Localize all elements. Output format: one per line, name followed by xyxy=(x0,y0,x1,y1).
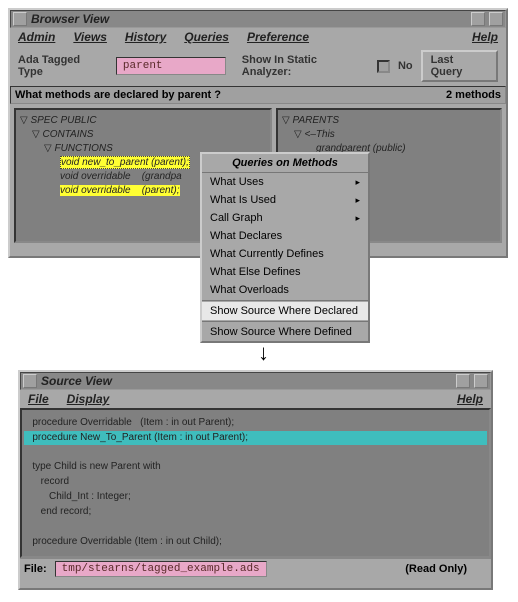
tree-this[interactable]: <–This xyxy=(282,128,496,142)
type-label: Ada Tagged Type xyxy=(18,54,108,78)
queries-context-menu: Queries on Methods What Uses▸ What Is Us… xyxy=(200,152,370,343)
source-titlebar: Source View xyxy=(20,372,491,390)
minimize-button[interactable] xyxy=(456,374,470,388)
source-editor[interactable]: procedure Overridable (Item : in out Par… xyxy=(20,408,491,558)
tree-parents[interactable]: PARENTS xyxy=(282,114,496,128)
menu-help[interactable]: Help xyxy=(457,392,483,406)
show-analyzer-checkbox[interactable] xyxy=(377,60,390,73)
submenu-arrow-icon: ▸ xyxy=(355,213,360,224)
source-menubar: File Display Help xyxy=(20,390,491,408)
source-title: Source View xyxy=(41,374,452,388)
tree-contains[interactable]: CONTAINS xyxy=(20,128,266,142)
window-menu-button[interactable] xyxy=(13,12,27,26)
maximize-button[interactable] xyxy=(489,12,503,26)
browser-toolbar: Ada Tagged Type parent Show In Static An… xyxy=(10,46,506,86)
maximize-button[interactable] xyxy=(474,374,488,388)
ctx-currently-defines[interactable]: What Currently Defines xyxy=(202,245,368,263)
submenu-arrow-icon: ▸ xyxy=(355,195,360,206)
ctx-what-is-used[interactable]: What Is Used▸ xyxy=(202,191,368,209)
ctx-what-declares[interactable]: What Declares xyxy=(202,227,368,245)
menu-queries[interactable]: Queries xyxy=(184,30,229,44)
src-line: procedure Overridable (Item : in out Par… xyxy=(24,417,234,428)
type-input[interactable]: parent xyxy=(116,57,226,75)
src-line: end record; xyxy=(24,506,91,517)
query-count: 2 methods xyxy=(446,89,501,101)
query-text: What methods are declared by parent ? xyxy=(15,89,221,101)
menu-help[interactable]: Help xyxy=(472,30,498,44)
menu-views[interactable]: Views xyxy=(73,30,107,44)
menu-file[interactable]: File xyxy=(28,392,49,406)
menu-preference[interactable]: Preference xyxy=(247,30,309,44)
ctx-what-uses[interactable]: What Uses▸ xyxy=(202,173,368,191)
src-line: Child_Int : Integer; xyxy=(24,491,131,502)
menu-display[interactable]: Display xyxy=(67,392,110,406)
last-query-button[interactable]: Last Query xyxy=(421,50,498,82)
ctx-title: Queries on Methods xyxy=(202,154,368,173)
src-line-highlight: procedure New_To_Parent (Item : in out P… xyxy=(24,431,487,445)
tree-spec-public[interactable]: SPEC PUBLIC xyxy=(20,114,266,128)
ctx-else-defines[interactable]: What Else Defines xyxy=(202,263,368,281)
read-only-label: (Read Only) xyxy=(405,563,467,575)
minimize-button[interactable] xyxy=(471,12,485,26)
src-line: record xyxy=(24,476,69,487)
menu-history[interactable]: History xyxy=(125,30,166,44)
file-path[interactable]: tmp/stearns/tagged_example.ads xyxy=(55,561,267,577)
submenu-arrow-icon: ▸ xyxy=(355,177,360,188)
ctx-show-source-defined[interactable]: Show Source Where Defined xyxy=(202,323,368,341)
src-line: type Child is new Parent with xyxy=(24,461,161,472)
ctx-call-graph[interactable]: Call Graph▸ xyxy=(202,209,368,227)
browser-titlebar: Browser View xyxy=(10,10,506,28)
show-analyzer-label: Show In Static Analyzer: xyxy=(242,54,369,78)
query-row: What methods are declared by parent ? 2 … xyxy=(10,86,506,104)
flow-arrow-icon: ↓ xyxy=(258,340,269,366)
ctx-overloads[interactable]: What Overloads xyxy=(202,281,368,299)
file-label: File: xyxy=(24,563,47,575)
src-line: procedure Overridable (Item : in out Chi… xyxy=(24,536,222,547)
browser-menubar: Admin Views History Queries Preference H… xyxy=(10,28,506,46)
menu-admin[interactable]: Admin xyxy=(18,30,55,44)
window-menu-button[interactable] xyxy=(23,374,37,388)
ctx-show-source-declared[interactable]: Show Source Where Declared xyxy=(202,302,368,320)
source-statusbar: File: tmp/stearns/tagged_example.ads (Re… xyxy=(20,558,491,578)
no-label: No xyxy=(398,60,413,72)
browser-title: Browser View xyxy=(31,12,467,26)
